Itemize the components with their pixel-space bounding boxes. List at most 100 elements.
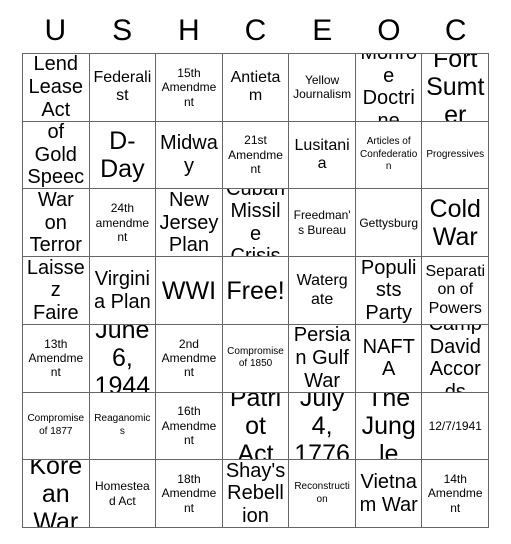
bingo-cell-r5c4[interactable]: Compromise of 1850 [222, 324, 290, 393]
bingo-cell-r1c5[interactable]: Yellow Journalism [289, 54, 356, 122]
bingo-cell-r5c1[interactable]: 13th Amendment [23, 324, 90, 393]
bingo-grid: Lend Lease Act Federalist 15th Amendment An… [22, 53, 490, 529]
bingo-cell-r2c6[interactable]: Articles of Confederation [355, 121, 423, 190]
bingo-cell-r1c4[interactable]: Antietam [222, 54, 290, 122]
bingo-cell-r6c5[interactable]: July 4, 1776 [289, 392, 356, 461]
bingo-cell-r2c4[interactable]: 21st Amendment [222, 121, 290, 190]
bingo-cell-label: Compromise of 1850 [227, 345, 284, 370]
bingo-cell-label: 12/7/1941 [428, 418, 482, 433]
bingo-cell-r5c3[interactable]: 2nd Amendment [156, 324, 223, 393]
bingo-cell-r5c6[interactable]: NAFTA [355, 324, 423, 393]
bingo-row: Cross of Gold Speech D-Day Midway21st Amen… [23, 121, 490, 190]
bingo-cell-r7c4[interactable]: Shay's Rebellion [222, 460, 290, 529]
bingo-cell-label: Watergate [296, 272, 348, 308]
bingo-cell-label: Lusitania [294, 136, 350, 173]
bingo-cell-label: 2nd Amendment [161, 336, 217, 380]
bingo-cell-label: Fort Sumter [426, 54, 485, 122]
bingo-header-letter-3: H [177, 13, 200, 47]
bingo-cell-r7c7[interactable]: 14th Amendment [422, 460, 490, 529]
bingo-cell-r7c3[interactable]: 18th Amendment [156, 460, 223, 529]
bingo-cell-r7c5[interactable]: Reconstruction [289, 460, 356, 529]
bingo-cell-label: D-Day [100, 127, 145, 184]
bingo-cell-label: New Jersey Plan [159, 189, 219, 257]
bingo-cell-label: Homestead Act [95, 479, 150, 508]
bingo-row: Laissez Faire Virginia Plan WWI Free! Waterg… [23, 257, 490, 325]
bingo-header-letter-6: O [377, 13, 401, 47]
bingo-cell-r3c3[interactable]: New Jersey Plan [156, 189, 223, 258]
bingo-cell-r3c7[interactable]: Cold War [422, 189, 490, 258]
bingo-cell-r4c6[interactable]: Populists Party [355, 257, 423, 325]
bingo-row: Compromise of 1877 Reaganomics 16th Amendm… [23, 392, 490, 461]
bingo-cell-label: Shay's Rebellion [225, 460, 286, 527]
bingo-cell-r4c2[interactable]: Virginia Plan [89, 257, 157, 325]
bingo-cell-r2c1[interactable]: Cross of Gold Speech [23, 121, 90, 190]
bingo-cell-label: The Jungle [361, 392, 416, 461]
bingo-cell-label: Cuban Missile Crisis [226, 189, 285, 258]
bingo-cell-r1c6[interactable]: Monroe Doctrine [355, 54, 423, 122]
bingo-cell-label: 24th amendment [95, 201, 150, 244]
bingo-cell-label: Lend Lease Act [28, 54, 84, 121]
bingo-cell-label: Reaganomics [94, 413, 151, 437]
bingo-cell-r3c6[interactable]: Gettysburg [355, 189, 423, 258]
bingo-cell-r3c2[interactable]: 24th amendment [89, 189, 157, 258]
bingo-cell-label: 15th Amendment [161, 65, 217, 109]
bingo-header-letter-5: E [312, 13, 333, 47]
bingo-cell-r4c7[interactable]: Separation of Powers [422, 257, 490, 325]
bingo-cell-r2c2[interactable]: D-Day [89, 121, 157, 190]
bingo-cell-r1c1[interactable]: Lend Lease Act [23, 54, 90, 122]
bingo-cell-label: Gettysburg [359, 215, 419, 230]
bingo-cell-r3c4[interactable]: Cuban Missile Crisis [222, 189, 290, 258]
bingo-cell-label: Reconstruction [294, 481, 350, 505]
bingo-cell-label: Yellow Journalism [293, 72, 352, 102]
bingo-cell-label: Cross of Gold Speech [27, 121, 85, 189]
bingo-cell-r4c5[interactable]: Watergate [289, 257, 356, 325]
bingo-cell-label: 16th Amendment [161, 404, 217, 448]
bingo-cell-r5c7[interactable]: Camp David Accords [422, 324, 490, 393]
bingo-cell-label: 18th Amendment [161, 472, 217, 515]
bingo-cell-r6c2[interactable]: Reaganomics [89, 392, 157, 461]
bingo-cell-label: WWI [161, 276, 217, 305]
bingo-cell-r6c4[interactable]: Patriot Act [222, 392, 290, 461]
bingo-cell-label: Patriot Act [229, 392, 282, 461]
bingo-cell-r2c3[interactable]: Midway [156, 121, 223, 190]
bingo-cell-r1c7[interactable]: Fort Sumter [422, 54, 490, 122]
bingo-row: Lend Lease Act Federalist 15th Amendment An… [23, 54, 490, 122]
bingo-row: War on Terror 24th amendment New Jersey Pl… [23, 189, 490, 258]
bingo-cell-label: NAFTA [362, 335, 415, 381]
bingo-cell-label: Antietam [230, 68, 281, 105]
bingo-cell-r3c5[interactable]: Freedman's Bureau [289, 189, 356, 258]
bingo-cell-label: 13th Amendment [28, 336, 84, 380]
bingo-cell-label: Midway [160, 132, 218, 178]
bingo-cell-label: Laissez Faire [26, 257, 85, 324]
bingo-cell-r5c5[interactable]: Persian Gulf War [289, 324, 356, 393]
bingo-cell-r2c5[interactable]: Lusitania [289, 121, 356, 190]
bingo-cell-label: Virginia Plan [94, 267, 151, 313]
bingo-cell-label: Cold War [429, 194, 481, 251]
bingo-cell-r1c3[interactable]: 15th Amendment [156, 54, 223, 122]
bingo-card: U S H C E O C Lend Lease Act Federalist 15th Ame… [0, 0, 511, 544]
bingo-cell-r6c3[interactable]: 16th Amendment [156, 392, 223, 461]
bingo-cell-label: Camp David Accords [429, 325, 482, 393]
bingo-cell-label: June 6, 1944 [94, 324, 151, 393]
bingo-cell-r6c6[interactable]: The Jungle [355, 392, 423, 461]
bingo-cell-label: 21st Amendment [228, 133, 283, 177]
bingo-header-letter-2: S [112, 13, 133, 47]
bingo-cell-label: July 4, 1776 [294, 392, 350, 461]
bingo-free-space-cell[interactable]: Free! [222, 257, 290, 325]
bingo-cell-r7c6[interactable]: Vietnam War [355, 460, 423, 529]
bingo-cell-r6c7[interactable]: 12/7/1941 [422, 392, 490, 461]
bingo-cell-label: Separation of Powers [425, 262, 486, 317]
bingo-cell-r1c2[interactable]: Federalist [89, 54, 157, 122]
bingo-cell-r7c1[interactable]: Korean War [23, 460, 90, 529]
bingo-cell-label: 14th Amendment [427, 472, 483, 515]
bingo-cell-label: Monroe Doctrine [360, 54, 417, 122]
bingo-cell-r7c2[interactable]: Homestead Act [89, 460, 157, 529]
bingo-cell-r3c1[interactable]: War on Terror [23, 189, 90, 258]
bingo-cell-r5c2[interactable]: June 6, 1944 [89, 324, 157, 393]
bingo-row: 13th Amendment June 6, 1944 2nd Amendment C… [23, 324, 490, 393]
bingo-cell-r4c3[interactable]: WWI [156, 257, 223, 325]
bingo-cell-label: Compromise of 1877 [27, 413, 85, 437]
bingo-cell-r4c1[interactable]: Laissez Faire [23, 257, 90, 325]
bingo-cell-r6c1[interactable]: Compromise of 1877 [23, 392, 90, 461]
bingo-cell-r2c7[interactable]: Progressives [422, 121, 490, 190]
